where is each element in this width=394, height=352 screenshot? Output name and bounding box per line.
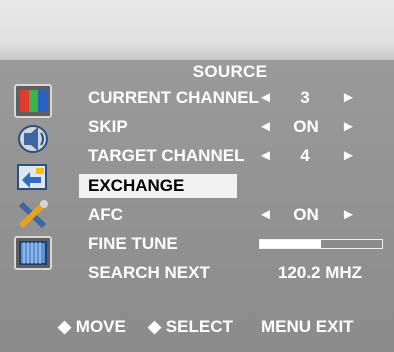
skip-label[interactable]: SKIP [88, 117, 128, 137]
current-channel-value: 3 [300, 88, 310, 107]
channel-icon[interactable] [14, 160, 52, 194]
search-next-label[interactable]: SEARCH NEXT [88, 263, 210, 283]
afc-right-arrow-icon[interactable]: ► [341, 206, 356, 223]
exchange-label[interactable]: EXCHANGE [88, 176, 184, 196]
top-band [0, 0, 394, 60]
menu-exit-hint: MENU EXIT [261, 317, 354, 336]
current-channel-left-arrow-icon[interactable]: ◄ [258, 89, 273, 106]
tools-icon[interactable] [14, 198, 52, 232]
color-bars-icon[interactable] [14, 84, 52, 118]
skip-right-arrow-icon[interactable]: ► [341, 118, 356, 135]
current-channel-label[interactable]: CURRENT CHANNEL [88, 88, 259, 108]
target-channel-left-arrow-icon[interactable]: ◄ [258, 147, 273, 164]
move-hint: ◆ MOVE [58, 317, 126, 336]
osd-screen: { "menu": { "title": "SOURCE", "rows": [… [0, 0, 394, 352]
screen-icon[interactable] [14, 236, 52, 270]
fine-tune-label[interactable]: FINE TUNE [88, 234, 178, 254]
exchange-highlight[interactable]: EXCHANGE [79, 174, 237, 198]
fine-tune-slider[interactable] [259, 239, 383, 249]
target-channel-value: 4 [300, 146, 310, 165]
afc-label[interactable]: AFC [88, 205, 123, 225]
afc-value: ON [293, 205, 319, 224]
sound-icon[interactable] [14, 122, 52, 156]
search-next-value: 120.2 MHZ [277, 263, 363, 282]
current-channel-right-arrow-icon[interactable]: ► [341, 89, 356, 106]
sidebar-icons [14, 84, 58, 274]
footer: ◆ MOVE ◆ SELECT MENU EXIT [0, 317, 394, 347]
skip-value: ON [293, 117, 319, 136]
target-channel-label[interactable]: TARGET CHANNEL [88, 146, 244, 166]
skip-left-arrow-icon[interactable]: ◄ [258, 118, 273, 135]
menu-title: SOURCE [192, 62, 268, 81]
target-channel-right-arrow-icon[interactable]: ► [341, 147, 356, 164]
select-hint: ◆ SELECT [148, 317, 233, 336]
fine-tune-fill [260, 240, 321, 248]
afc-left-arrow-icon[interactable]: ◄ [258, 206, 273, 223]
